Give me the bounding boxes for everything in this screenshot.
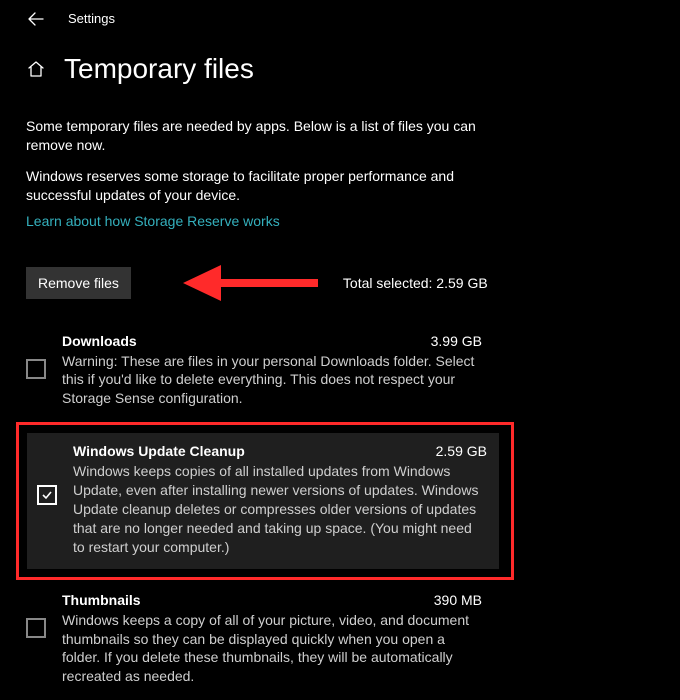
action-row: Remove files Total selected: 2.59 GB (26, 263, 654, 303)
page-title: Temporary files (64, 53, 254, 85)
item-title: Windows Update Cleanup (73, 443, 245, 459)
app-title: Settings (68, 11, 115, 26)
window-header: Settings (0, 0, 680, 35)
home-icon[interactable] (26, 59, 46, 79)
intro-text: Some temporary files are needed by apps.… (26, 117, 506, 155)
item-desc: Windows keeps a copy of all of your pict… (62, 611, 482, 687)
total-selected: Total selected: 2.59 GB (343, 275, 488, 291)
item-title: Downloads (62, 333, 137, 349)
highlight-annotation: Windows Update Cleanup 2.59 GB Windows k… (16, 422, 514, 579)
item-desc: Warning: These are files in your persona… (62, 352, 482, 409)
arrow-annotation-icon (183, 263, 323, 303)
item-size: 390 MB (434, 592, 482, 608)
list-item: Thumbnails 390 MB Windows keeps a copy o… (26, 586, 654, 700)
list-item: Windows Update Cleanup 2.59 GB Windows k… (27, 433, 499, 568)
back-arrow-icon[interactable] (28, 12, 44, 26)
remove-files-button[interactable]: Remove files (26, 267, 131, 299)
list-item: Downloads 3.99 GB Warning: These are fil… (26, 327, 654, 423)
item-title: Thumbnails (62, 592, 141, 608)
item-desc: Windows keeps copies of all installed up… (73, 462, 487, 556)
learn-link[interactable]: Learn about how Storage Reserve works (26, 213, 280, 229)
items-list: Downloads 3.99 GB Warning: These are fil… (26, 327, 654, 700)
item-size: 2.59 GB (436, 443, 487, 459)
checkbox-downloads[interactable] (26, 359, 46, 379)
checkbox-thumbnails[interactable] (26, 618, 46, 638)
checkbox-windows-update-cleanup[interactable] (37, 485, 57, 505)
reserve-note: Windows reserves some storage to facilit… (26, 167, 506, 205)
page-title-row: Temporary files (0, 35, 680, 85)
item-size: 3.99 GB (431, 333, 482, 349)
